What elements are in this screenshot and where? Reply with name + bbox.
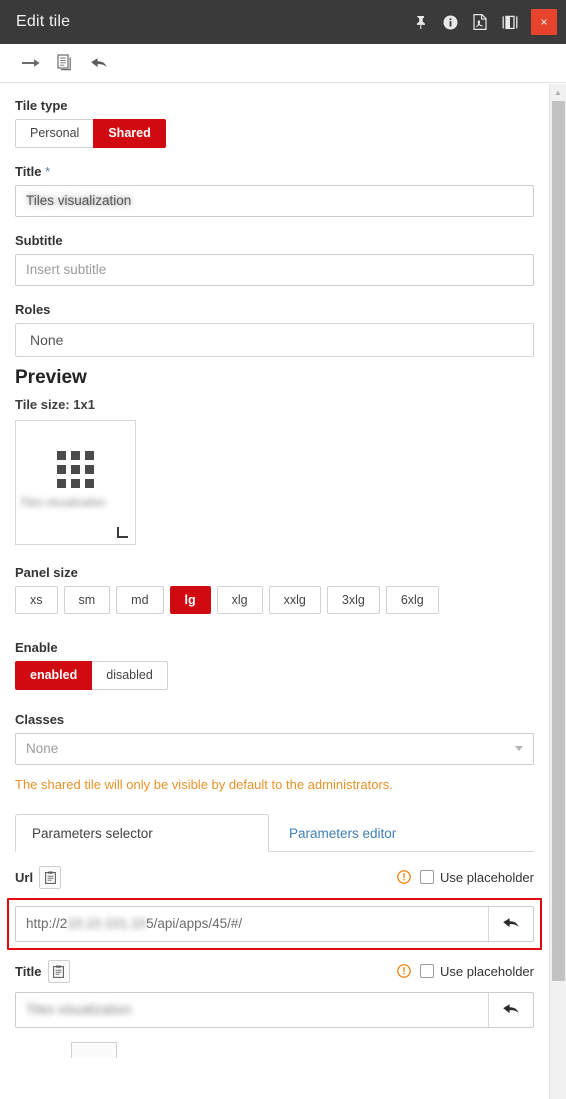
roles-label: Roles — [15, 301, 51, 317]
url-input-wrap: http://2 10.10.101.10 5/api/apps/45/#/ — [15, 905, 534, 942]
tab-parameters-selector[interactable]: Parameters selector — [15, 813, 269, 852]
vertical-scrollbar[interactable]: ▲ — [549, 84, 566, 1099]
panel-size-option-xs[interactable]: xs — [15, 585, 58, 614]
toggle-panel-icon[interactable] — [499, 0, 521, 44]
next-field-peek — [71, 1041, 117, 1058]
scroll-area: Tile type Personal Shared Title * Tiles … — [0, 84, 566, 1099]
title-label-text: Title — [15, 163, 42, 179]
preview-heading: Preview — [15, 366, 87, 388]
url-highlight-frame: http://2 10.10.101.10 5/api/apps/45/#/ — [7, 897, 542, 950]
tile-type-group: Personal Shared — [15, 119, 534, 148]
tile-preview[interactable]: Tiles visualization — [15, 419, 136, 545]
tile-type-label: Tile type — [15, 98, 68, 113]
duplicate-icon[interactable] — [48, 48, 82, 78]
panel-size-option-lg[interactable]: lg — [169, 585, 211, 614]
enable-label: Enable — [15, 640, 58, 655]
url-input[interactable]: http://2 10.10.101.10 5/api/apps/45/#/ — [16, 907, 488, 941]
info-icon[interactable] — [439, 0, 461, 44]
title-param-label: Title — [15, 963, 42, 979]
enable-option-disabled[interactable]: disabled — [91, 661, 168, 690]
warning-circle-icon — [397, 964, 411, 978]
panel-size-option-3xlg[interactable]: 3xlg — [326, 585, 380, 614]
scrollbar-thumb[interactable] — [552, 101, 565, 981]
classes-label: Classes — [15, 711, 65, 727]
title-label-wrap: Title — [15, 959, 70, 983]
title-use-placeholder-label: Use placeholder — [440, 963, 534, 979]
url-revert-arrow-icon[interactable] — [488, 906, 533, 941]
panel-size-option-sm[interactable]: sm — [63, 585, 111, 614]
title-input-value: Tiles visualization — [26, 193, 132, 208]
url-use-placeholder-checkbox[interactable] — [420, 870, 435, 884]
url-value-suffix: 5/api/apps/45/#/ — [146, 916, 243, 931]
url-value-redacted: 10.10.101.10 — [67, 916, 147, 931]
subtitle-label: Subtitle — [15, 232, 63, 248]
url-use-placeholder-label: Use placeholder — [440, 869, 534, 885]
window-title: Edit tile — [16, 13, 71, 30]
panel-size-group: xs sm md lg xlg xxlg 3xlg 6xlg — [15, 585, 534, 614]
tile-type-option-personal[interactable]: Personal — [15, 119, 95, 148]
title-label: Title * — [15, 164, 534, 179]
panel-size-option-xxlg[interactable]: xxlg — [268, 585, 321, 614]
chevron-down-icon — [515, 746, 523, 751]
panel-size-label: Panel size — [15, 564, 78, 580]
go-forward-icon[interactable] — [14, 48, 48, 78]
url-param-right: Use placeholder — [397, 870, 534, 885]
url-label-wrap: Url — [15, 865, 62, 889]
pin-icon[interactable] — [409, 0, 431, 44]
url-label: Url — [15, 869, 34, 885]
window-actions: × — [409, 0, 566, 44]
url-value-prefix: http://2 — [26, 916, 68, 931]
undo-icon[interactable] — [82, 48, 116, 78]
title-param-input[interactable]: Tiles visualization — [16, 993, 488, 1027]
warning-circle-icon — [397, 870, 411, 884]
title-param-block: Title Use placeholder Tiles visualizatio… — [15, 959, 534, 1058]
url-param-header: Url Use placeholder — [15, 865, 534, 889]
panel-size-option-md[interactable]: md — [116, 585, 164, 614]
enable-group: enabled disabled — [15, 661, 534, 690]
title-input[interactable]: Tiles visualization — [15, 184, 534, 217]
clipboard-icon[interactable] — [39, 865, 62, 889]
resize-handle-icon[interactable] — [117, 526, 128, 538]
tile-size-label: Tile size: 1x1 — [15, 396, 95, 412]
enable-option-enabled[interactable]: enabled — [15, 661, 93, 690]
clipboard-icon[interactable] — [47, 959, 70, 983]
tile-preview-caption: Tiles visualization — [20, 496, 106, 509]
title-param-value: Tiles visualization — [26, 1002, 132, 1017]
grid-3x3-icon — [16, 450, 135, 488]
url-param-block: Url Use placeholder http://2 10.10.101.1… — [7, 865, 542, 950]
form-content: Tile type Personal Shared Title * Tiles … — [0, 84, 549, 1099]
window-titlebar: Edit tile × — [0, 0, 566, 44]
title-param-header: Title Use placeholder — [15, 959, 534, 983]
subtitle-placeholder: Insert subtitle — [26, 262, 107, 277]
parameters-tabs: Parameters selector Parameters editor — [15, 813, 534, 852]
subtitle-input[interactable]: Insert subtitle — [15, 253, 534, 286]
roles-value: None — [30, 331, 64, 348]
roles-select[interactable]: None — [15, 322, 534, 357]
title-use-placeholder-checkbox[interactable] — [420, 964, 435, 978]
tile-type-option-shared[interactable]: Shared — [93, 119, 166, 148]
shared-tile-warning: The shared tile will only be visible by … — [15, 776, 393, 792]
required-marker: * — [45, 163, 51, 179]
scroll-up-arrow-icon[interactable]: ▲ — [550, 84, 566, 100]
classes-value: None — [26, 741, 59, 756]
title-param-right: Use placeholder — [397, 964, 534, 979]
close-button[interactable]: × — [531, 9, 557, 35]
tab-parameters-editor[interactable]: Parameters editor — [269, 815, 412, 851]
panel-size-option-6xlg[interactable]: 6xlg — [385, 585, 439, 614]
title-param-input-wrap: Tiles visualization — [15, 991, 534, 1028]
panel-size-option-xlg[interactable]: xlg — [216, 585, 263, 614]
title-revert-arrow-icon[interactable] — [488, 992, 533, 1027]
action-toolbar — [0, 44, 566, 83]
export-pdf-icon[interactable] — [469, 0, 491, 44]
classes-select[interactable]: None — [15, 732, 534, 765]
